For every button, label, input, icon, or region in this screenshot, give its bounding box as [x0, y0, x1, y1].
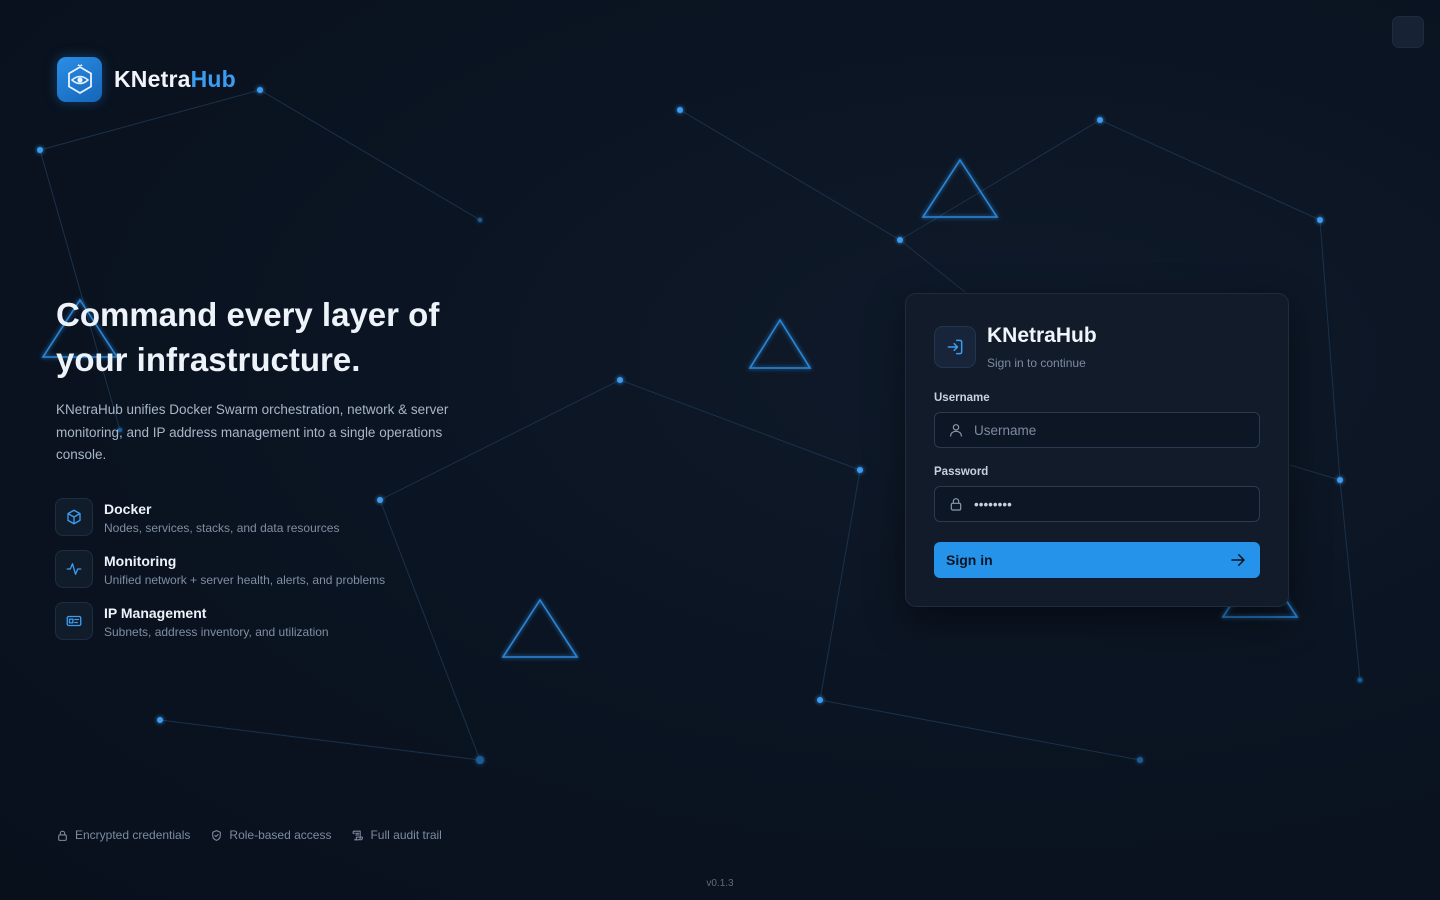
pulse-icon — [55, 550, 93, 588]
hero-description: KNetraHub unifies Docker Swarm orchestra… — [56, 402, 449, 462]
lock-icon — [58, 830, 67, 841]
password-field[interactable] — [934, 486, 1260, 522]
trust-badges: Encrypted credentials Role-based access … — [56, 828, 462, 842]
password-input[interactable] — [974, 487, 1259, 521]
badge-audit: Full audit trail — [351, 828, 442, 842]
feature-docker: Docker Nodes, services, stacks, and data… — [55, 498, 339, 537]
user-icon — [950, 424, 962, 437]
feature-title: IP Management — [104, 605, 207, 621]
arrow-right-icon — [1231, 554, 1245, 566]
brand-name-part2: Hub — [190, 66, 236, 92]
badge-label: Role-based access — [229, 828, 332, 842]
sign-in-label: Sign in — [946, 552, 993, 568]
username-input[interactable] — [974, 413, 1259, 447]
brand-name-part1: KNetra — [114, 66, 191, 92]
username-label: Username — [934, 392, 990, 404]
badge-role-based: Role-based access — [210, 828, 331, 842]
sign-in-button[interactable]: Sign in — [934, 542, 1260, 578]
brand-name: KNetraHub — [114, 66, 236, 93]
cube-icon — [55, 498, 93, 536]
sign-in-icon — [934, 326, 976, 368]
login-subtitle: Sign in to continue — [987, 356, 1086, 370]
login-card: KNetraHub Sign in to continue Username P… — [905, 293, 1289, 607]
username-field[interactable] — [934, 412, 1260, 448]
eye-hex-icon — [57, 57, 102, 102]
badge-encrypted: Encrypted credentials — [56, 828, 190, 842]
id-card-icon — [55, 602, 93, 640]
version-label: v0.1.3 — [706, 878, 734, 889]
feature-monitoring: Monitoring Unified network + server heal… — [55, 550, 385, 589]
lock-icon — [950, 498, 962, 511]
feature-subtitle: Nodes, services, stacks, and data resour… — [104, 521, 340, 535]
badge-label: Full audit trail — [370, 828, 442, 842]
feature-title: Docker — [104, 501, 152, 517]
feature-subtitle: Subnets, address inventory, and utilizat… — [104, 625, 329, 639]
hero-title: Command every layer of your infrastructu… — [56, 296, 440, 378]
shield-icon — [212, 829, 222, 841]
badge-label: Encrypted credentials — [75, 828, 191, 842]
feature-title: Monitoring — [104, 553, 177, 569]
password-label: Password — [934, 466, 989, 478]
feature-ip-management: IP Management Subnets, address inventory… — [55, 602, 329, 641]
scroll-icon — [353, 830, 364, 840]
brand: KNetraHub — [57, 57, 236, 102]
login-title: KNetraHub — [987, 324, 1097, 347]
feature-subtitle: Unified network + server health, alerts,… — [104, 573, 386, 587]
theme-toggle-button[interactable] — [1392, 16, 1424, 48]
